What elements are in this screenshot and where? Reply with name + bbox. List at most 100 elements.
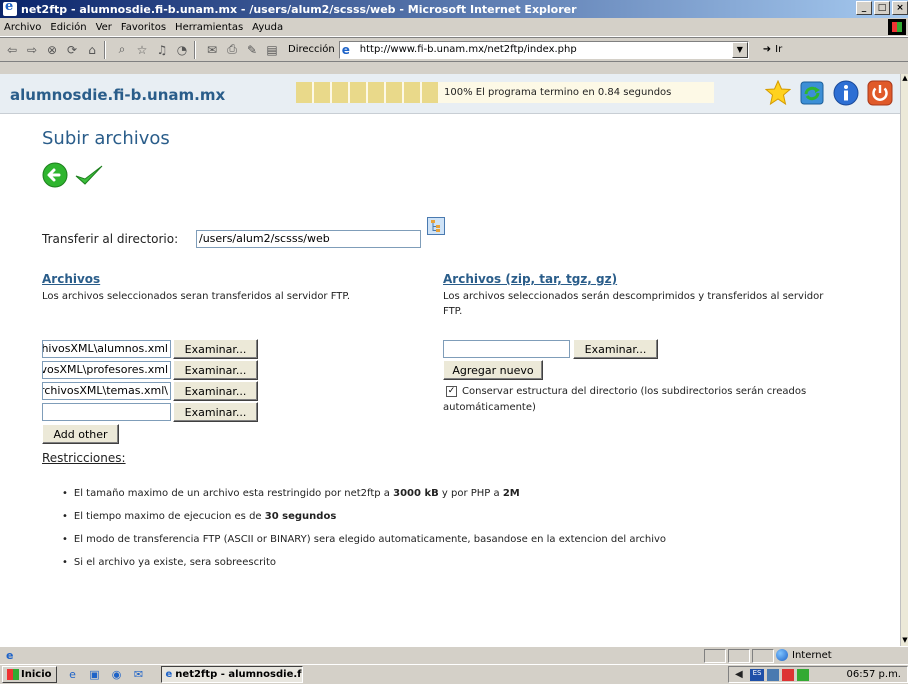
- list-item: El modo de transferencia FTP (ASCII or B…: [62, 533, 666, 556]
- menu-archivo[interactable]: Archivo: [4, 22, 41, 33]
- archivos-zip-description-line1: Los archivos seleccionados serán descomp…: [443, 291, 824, 302]
- progress-bar: 100% El programa termino en 0.84 segundo…: [296, 82, 714, 103]
- page-title: Subir archivos: [42, 128, 170, 149]
- go-button[interactable]: ➜ Ir: [763, 44, 782, 55]
- restrictions-label: Restricciones:: [42, 451, 126, 465]
- menu-ayuda[interactable]: Ayuda: [252, 22, 283, 33]
- antivirus-icon[interactable]: [782, 668, 794, 681]
- status-bar: e Internet: [0, 646, 908, 664]
- media-icon[interactable]: ♫: [154, 42, 170, 58]
- window-title: net2ftp - alumnosdie.fi-b.unam.mx - /use…: [21, 2, 577, 16]
- browse-button-4[interactable]: Examinar...: [173, 402, 258, 422]
- checkmark-icon[interactable]: [74, 162, 103, 188]
- progress-segment: [350, 82, 366, 103]
- discuss-icon[interactable]: ▤: [264, 42, 280, 58]
- toolbar: ⇦ ⇨ ⊗ ⟳ ⌂ ⌕ ☆ ♫ ◔ ✉ ⎙ ✎ ▤ Dirección e ht…: [0, 37, 908, 62]
- progress-segment: [332, 82, 348, 103]
- keep-structure-label-line1: Conservar estructura del directorio (los…: [462, 386, 807, 397]
- refresh-icon[interactable]: [798, 79, 826, 107]
- browse-button-2[interactable]: Examinar...: [173, 360, 258, 380]
- search-icon[interactable]: ⌕: [114, 42, 130, 58]
- archivos-heading[interactable]: Archivos: [42, 272, 100, 286]
- security-zone: Internet: [776, 649, 832, 661]
- start-button[interactable]: Inicio: [2, 666, 57, 683]
- taskbar: Inicio e ▣ ◉ ✉ e net2ftp - alumnosdie.f.…: [0, 664, 908, 684]
- file-input-1[interactable]: rchivosXML\alumnos.xml: [42, 340, 171, 358]
- favorites-icon[interactable]: ☆: [134, 42, 150, 58]
- web-page: alumnosdie.fi-b.unam.mx 100% El programa…: [0, 74, 900, 646]
- zip-file-input[interactable]: [443, 340, 570, 358]
- file-input-2[interactable]: hivosXML\profesores.xml: [42, 361, 171, 379]
- file-input-3[interactable]: \ArchivosXML\temas.xml: [42, 382, 171, 400]
- keep-structure-checkbox[interactable]: ✓: [446, 386, 457, 397]
- progress-segment: [386, 82, 402, 103]
- back-icon[interactable]: ⇦: [4, 42, 20, 58]
- menu-herramientas[interactable]: Herramientas: [175, 22, 243, 33]
- menu-ver[interactable]: Ver: [96, 22, 112, 33]
- edit-icon[interactable]: ✎: [244, 42, 260, 58]
- power-icon[interactable]: [866, 79, 894, 107]
- start-label: Inicio: [21, 669, 52, 680]
- vertical-scrollbar[interactable]: ▲ ▼: [900, 74, 908, 646]
- display-icon[interactable]: [797, 668, 809, 681]
- maximize-button[interactable]: □: [874, 1, 890, 15]
- address-url: http://www.fi-b.unam.mx/net2ftp/index.ph…: [359, 44, 577, 55]
- print-icon[interactable]: ⎙: [224, 42, 240, 58]
- outlook-icon[interactable]: ✉: [131, 667, 147, 683]
- archivos-zip-heading[interactable]: Archivos (zip, tar, tgz, gz): [443, 272, 617, 286]
- menu-edicion[interactable]: Edición: [50, 22, 86, 33]
- ie-launch-icon[interactable]: e: [65, 667, 81, 683]
- close-button[interactable]: ×: [892, 1, 908, 15]
- net2ftp-header: alumnosdie.fi-b.unam.mx 100% El programa…: [0, 74, 900, 114]
- media-player-icon[interactable]: ◉: [109, 667, 125, 683]
- status-cell: [728, 649, 750, 663]
- browse-button-1[interactable]: Examinar...: [173, 339, 258, 359]
- star-icon[interactable]: [764, 79, 792, 107]
- add-other-button[interactable]: Add other: [42, 424, 119, 444]
- browse-button-3[interactable]: Examinar...: [173, 381, 258, 401]
- back-circle-icon[interactable]: [42, 162, 68, 188]
- add-new-button[interactable]: Agregar nuevo: [443, 360, 543, 380]
- scroll-down-icon[interactable]: ▼: [901, 636, 908, 646]
- network-icon[interactable]: [767, 668, 779, 681]
- menu-bar: Archivo Edición Ver Favoritos Herramient…: [0, 18, 908, 37]
- archivos-zip-description-line2: FTP.: [443, 306, 463, 317]
- refresh-page-icon[interactable]: ⟳: [64, 42, 80, 58]
- stop-icon[interactable]: ⊗: [44, 42, 60, 58]
- progress-segment: [422, 82, 438, 103]
- clock: 06:57 p.m.: [846, 669, 901, 680]
- address-dropdown-icon[interactable]: ▼: [731, 41, 748, 58]
- forward-icon[interactable]: ⇨: [24, 42, 40, 58]
- list-item: Si el archivo ya existe, sera sobreescri…: [62, 556, 666, 579]
- progress-segment: [314, 82, 330, 103]
- language-icon[interactable]: ES: [750, 668, 764, 681]
- menu-favoritos[interactable]: Favoritos: [121, 22, 166, 33]
- file-input-4[interactable]: [42, 403, 171, 421]
- desktop-icon[interactable]: ▣: [87, 667, 103, 683]
- windows-flag-icon: [7, 669, 19, 680]
- volume-icon[interactable]: ◀: [735, 669, 747, 681]
- minimize-button[interactable]: _: [856, 1, 872, 15]
- address-label: Dirección: [288, 44, 335, 55]
- zip-browse-button[interactable]: Examinar...: [573, 339, 658, 359]
- home-icon[interactable]: ⌂: [84, 42, 100, 58]
- archivos-description: Los archivos seleccionados seran transfe…: [42, 291, 351, 302]
- toolbar-separator: [104, 40, 106, 59]
- address-bar[interactable]: e http://www.fi-b.unam.mx/net2ftp/index.…: [338, 40, 749, 59]
- info-icon[interactable]: [832, 79, 860, 107]
- progress-text: 100% El programa termino en 0.84 segundo…: [444, 87, 672, 98]
- progress-segment: [404, 82, 420, 103]
- go-label: Ir: [775, 44, 783, 55]
- folder-tree-icon[interactable]: [427, 217, 445, 235]
- scroll-up-icon[interactable]: ▲: [901, 74, 908, 84]
- mail-icon[interactable]: ✉: [204, 42, 220, 58]
- taskbar-item-ie[interactable]: e net2ftp - alumnosdie.f...: [160, 666, 303, 683]
- windows-logo-icon: [888, 19, 906, 35]
- go-arrow-icon: ➜: [762, 44, 772, 55]
- status-cell: [704, 649, 726, 663]
- window-controls: _ □ ×: [854, 1, 908, 15]
- transfer-dir-input[interactable]: /users/alum2/scsss/web: [196, 230, 421, 248]
- history-icon[interactable]: ◔: [174, 42, 190, 58]
- transfer-dir-label: Transferir al directorio:: [42, 232, 179, 246]
- site-name: alumnosdie.fi-b.unam.mx: [10, 86, 226, 104]
